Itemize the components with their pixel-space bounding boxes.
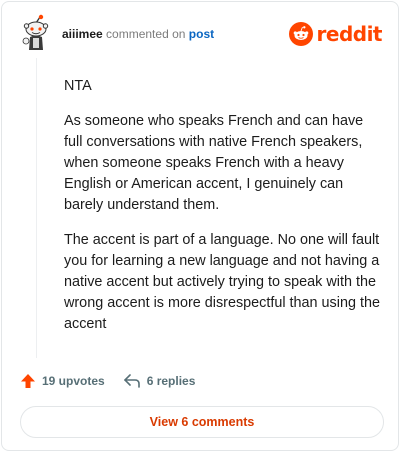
reply-count: 6 replies bbox=[146, 374, 196, 388]
reply-arrow-icon bbox=[123, 374, 140, 388]
comment-paragraph: The accent is part of a language. No one… bbox=[64, 232, 380, 332]
replies-button[interactable]: 6 replies bbox=[123, 373, 196, 389]
reddit-wordmark: reddit bbox=[316, 22, 383, 46]
username-link[interactable]: aiiimee bbox=[62, 27, 103, 41]
avatar[interactable] bbox=[20, 14, 52, 50]
view-comments-label: View 6 comments bbox=[149, 415, 255, 429]
comment-card: aiiimee commented on post reddit NTA As … bbox=[1, 1, 399, 451]
comment-paragraph: NTA bbox=[64, 78, 92, 94]
upvote-arrow-icon bbox=[21, 374, 35, 388]
upvote-count: 19 upvotes bbox=[42, 374, 105, 388]
post-link[interactable]: post bbox=[189, 27, 214, 41]
thread-line bbox=[36, 58, 37, 358]
comment-meta: aiiimee commented on post bbox=[62, 26, 214, 42]
view-comments-button[interactable]: View 6 comments bbox=[20, 406, 384, 438]
reddit-brand[interactable]: reddit bbox=[288, 20, 383, 48]
reddit-logo-icon bbox=[288, 22, 313, 46]
commented-on-text: commented on bbox=[106, 27, 186, 41]
comment-paragraph: As someone who speaks French and can hav… bbox=[64, 113, 364, 213]
comment-actions: 19 upvotes 6 replies bbox=[20, 371, 213, 391]
snoo-avatar-icon bbox=[22, 14, 49, 50]
comment-body: NTA As someone who speaks French and can… bbox=[64, 76, 384, 349]
upvote-button[interactable]: 19 upvotes bbox=[20, 373, 105, 389]
comment-header: aiiimee commented on post reddit bbox=[2, 2, 400, 66]
